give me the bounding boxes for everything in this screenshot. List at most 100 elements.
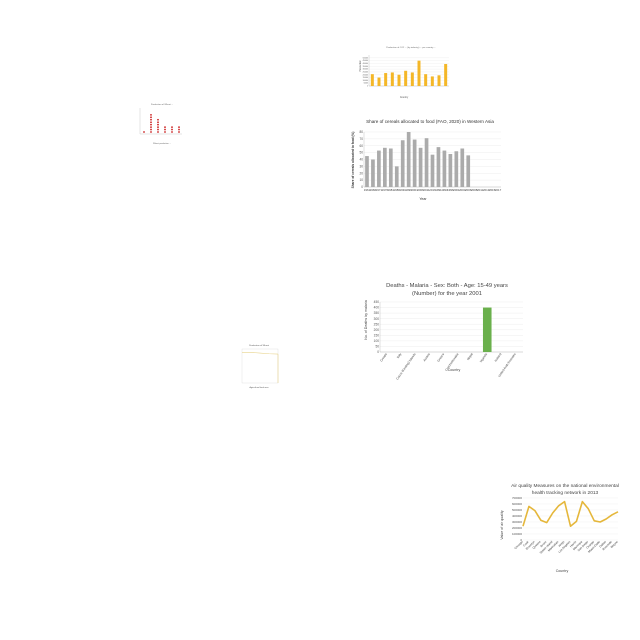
x-axis-label: Country (400, 96, 409, 99)
y-tick-label: 50 (359, 151, 363, 155)
y-tick-label: 200000 (512, 526, 522, 530)
scatter-point (157, 121, 159, 124)
x-tick-label: Austria (422, 352, 431, 362)
scatter-point (150, 121, 152, 124)
bar (466, 155, 471, 187)
bar (383, 147, 387, 187)
series-line (242, 352, 279, 355)
bar (365, 156, 369, 187)
bar (388, 148, 393, 187)
y-tick-label: 50000 (364, 83, 369, 85)
x-axis-label: Wheat production ... (153, 142, 171, 145)
y-tick-label: 700000 (512, 496, 522, 500)
y-tick-label: 500000 (512, 508, 522, 512)
chart-wheat-scatter: Production of Wheat ... Wheat production… (139, 103, 182, 145)
scatter-point (157, 131, 159, 133)
y-tick-label: 30 (359, 164, 363, 168)
y-tick-label: 100000 (363, 80, 368, 82)
bar (370, 74, 374, 86)
y-tick-label: 300 (374, 317, 380, 321)
scatter-point (178, 128, 180, 131)
y-tick-label: 20 (359, 171, 363, 175)
scatter-point (171, 131, 173, 133)
y-tick-label: 50 (375, 345, 379, 349)
chart-title-line2: health tracking network in 2013 (532, 490, 599, 496)
y-tick-label: 600000 (512, 502, 522, 506)
bar (444, 64, 448, 86)
chart-title: Production of CO2 ... (by industry) ... … (386, 46, 436, 49)
y-tick-label: 350000 (363, 66, 368, 68)
x-axis-label: Year (419, 197, 427, 201)
y-axis-label: Value of air quality (500, 510, 504, 540)
bar (412, 139, 417, 187)
y-tick-label: 300000 (512, 520, 522, 524)
y-tick-label: 70 (359, 137, 363, 141)
scatter-point (150, 116, 152, 119)
y-tick-label: 450 (374, 300, 380, 304)
y-tick-label: 400 (374, 306, 380, 310)
bar (460, 148, 465, 187)
bar (384, 73, 388, 86)
y-tick-label: 450000 (363, 60, 368, 62)
bar (430, 154, 435, 187)
y-tick-label: 60 (359, 144, 363, 148)
y-tick-label: 0 (367, 86, 368, 88)
bar (424, 138, 429, 187)
bar (400, 140, 405, 187)
bar (417, 60, 421, 86)
y-tick-label: 150000 (363, 77, 368, 79)
scatter-point (157, 123, 159, 126)
chart-malaria-bar: Deaths - Malaria - Sex: Both - Age: 15-4… (364, 283, 523, 381)
chart-title: Share of cereals allocated to food (FAO,… (366, 119, 494, 124)
y-axis-label: Production (359, 60, 362, 72)
x-tick-label: Uganda (479, 352, 488, 363)
bar (406, 132, 411, 187)
scatter-point (171, 128, 173, 131)
x-tick-label: Iceland (494, 352, 503, 362)
scatter-point (150, 126, 152, 129)
y-tick-label: 0 (377, 350, 379, 354)
y-tick-label: 100000 (512, 532, 522, 536)
bar (454, 151, 459, 187)
chart-wheat-line: Production of Wheat Agricultural land ar… (241, 344, 279, 389)
y-tick-label: 400000 (512, 514, 522, 518)
y-axis-label: No. of Deaths by malaria (364, 300, 368, 340)
bar (397, 74, 401, 86)
y-tick-label: 400000 (363, 63, 368, 65)
series-line (522, 500, 619, 528)
bar (394, 166, 399, 187)
scatter-point (157, 118, 159, 121)
x-tick-label: Greece (436, 352, 445, 363)
scatter-point (164, 131, 166, 133)
scatter-point (143, 131, 145, 133)
y-tick-label: 250 (374, 322, 380, 326)
y-tick-label: 150 (374, 333, 380, 337)
y-tick-label: 80 (359, 130, 363, 134)
chart-cereals-bar: Share of cereals allocated to food (FAO,… (351, 119, 502, 201)
y-tick-label: 250000 (363, 71, 368, 73)
bar (442, 150, 447, 187)
scatter-point (150, 118, 152, 121)
y-tick-label: 40 (359, 158, 363, 162)
bar (436, 147, 441, 187)
bar (371, 159, 375, 187)
chart-air-quality-line: Air quality Measures on the national env… (500, 483, 619, 573)
y-tick-label: 200 (374, 328, 380, 332)
y-tick-label: 100 (374, 339, 380, 343)
bar (418, 147, 423, 187)
scatter-point (150, 131, 152, 133)
x-tick-label: Nepal (466, 352, 474, 361)
bar (424, 74, 428, 86)
bar (448, 154, 453, 187)
chart-title: Production of Wheat (249, 344, 269, 347)
scatter-point (164, 126, 166, 129)
bar (390, 72, 394, 86)
chart-production-bar: Production of CO2 ... (by industry) ... … (359, 46, 449, 99)
x-tick-label: Croatia (379, 352, 388, 362)
scatter-point (178, 126, 180, 129)
scatter-point (164, 128, 166, 131)
y-tick-label: 350 (374, 311, 380, 315)
x-tick-label: Italy (396, 352, 403, 359)
scatter-point (150, 113, 152, 116)
x-tick-label: 2017 (495, 188, 502, 192)
